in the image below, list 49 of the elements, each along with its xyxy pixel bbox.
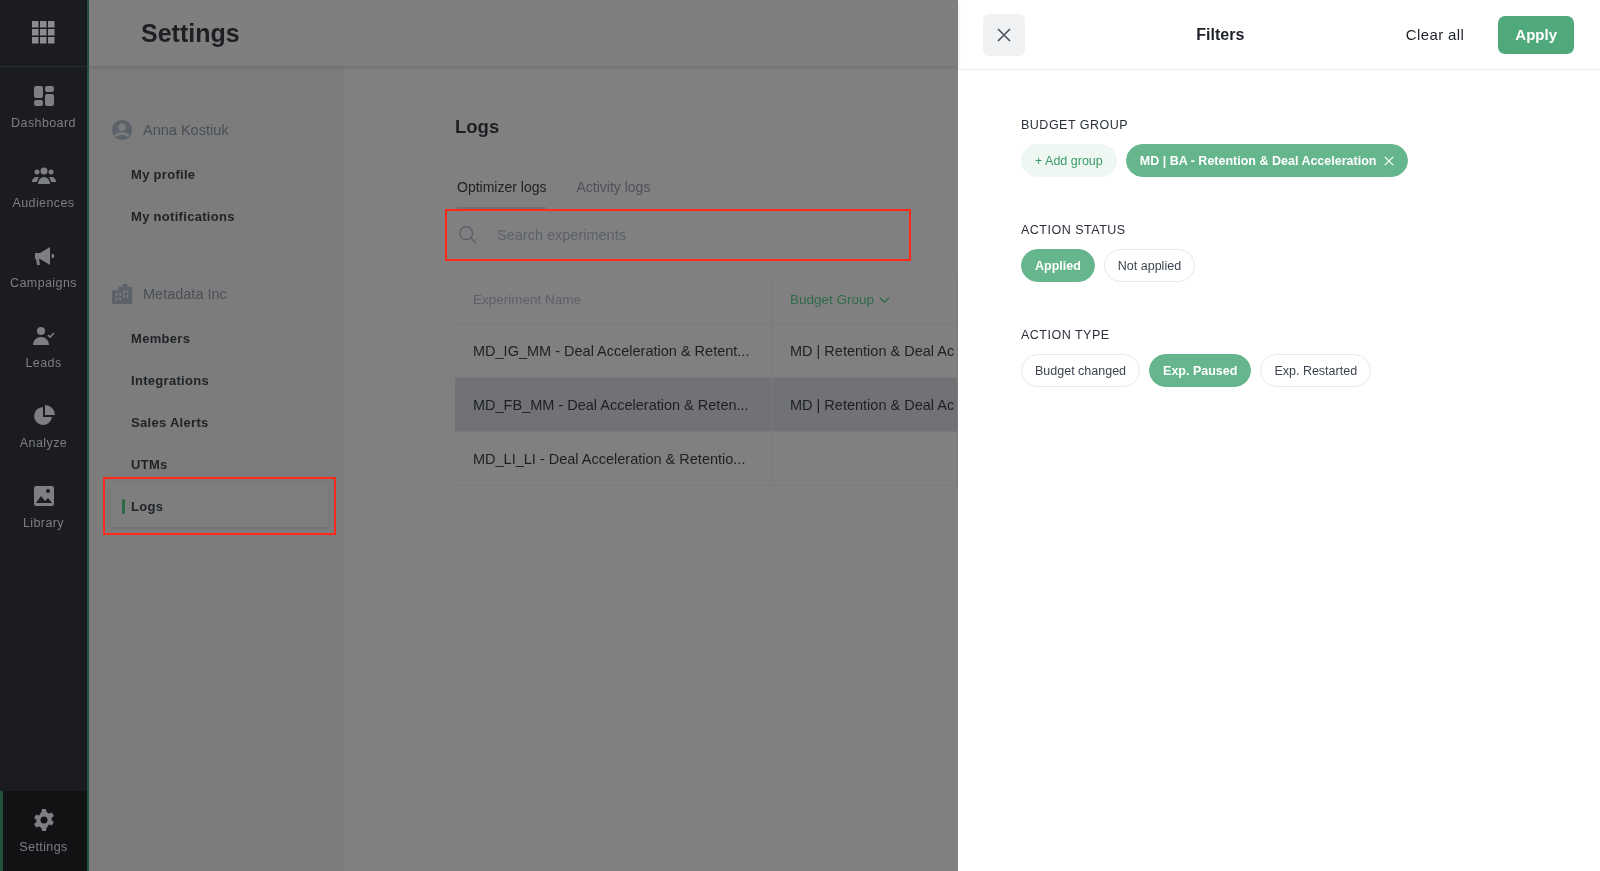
- nav-item[interactable]: Audiences: [0, 147, 87, 227]
- settings-icon: [31, 808, 56, 832]
- page-title: Settings: [141, 18, 240, 48]
- settings-menu-item[interactable]: Logs: [111, 485, 328, 527]
- table-cell: MD | Retention & Deal Ac: [790, 396, 955, 413]
- settings-menu-item[interactable]: My notifications: [111, 195, 328, 237]
- table-row[interactable]: MD_FB_MM - Deal Acceleration & Reten... MD | Retention & Deal Ac: [455, 378, 958, 432]
- filter-chip[interactable]: Budget changed: [1021, 354, 1141, 387]
- filter-group-label: ACTION STATUS: [1021, 223, 1127, 237]
- table-cell: MD_LI_LI - Deal Acceleration & Retentio...: [473, 450, 746, 467]
- clear-all-button[interactable]: Clear all: [1405, 26, 1465, 43]
- user-avatar-icon: [111, 119, 133, 141]
- apps-grid-icon[interactable]: [31, 21, 56, 45]
- dashboard-icon: [31, 84, 56, 108]
- add-group-button[interactable]: + Add group: [1021, 144, 1117, 177]
- nav-item[interactable]: Dashboard: [0, 67, 87, 147]
- close-icon: [996, 26, 1012, 43]
- table-cell: MD_FB_MM - Deal Acceleration & Reten...: [473, 396, 749, 413]
- nav-item[interactable]: Leads: [0, 307, 87, 387]
- close-button[interactable]: [983, 13, 1025, 56]
- table-row[interactable]: MD_LI_LI - Deal Acceleration & Retentio...: [455, 432, 958, 486]
- building-icon: [111, 283, 133, 305]
- person-check-icon: [31, 324, 56, 348]
- filter-chip[interactable]: Not applied: [1103, 249, 1196, 282]
- nav-item[interactable]: Settings: [0, 791, 87, 871]
- filter-chip[interactable]: Applied: [1021, 249, 1095, 282]
- settings-menu-item[interactable]: Integrations: [111, 359, 328, 401]
- filter-chip[interactable]: Exp. Paused: [1149, 354, 1252, 387]
- table-cell: MD_IG_MM - Deal Acceleration & Retent...: [473, 342, 750, 359]
- nav-item[interactable]: Analyze: [0, 387, 87, 467]
- table-cell: MD | Retention & Deal Ac: [790, 342, 955, 359]
- settings-menu-item[interactable]: My profile: [111, 153, 328, 195]
- remove-icon[interactable]: [1384, 155, 1395, 166]
- filter-group-label: ACTION TYPE: [1021, 328, 1111, 342]
- filter-tag[interactable]: MD | BA - Retention & Deal Acceleration: [1125, 144, 1409, 177]
- filter-group-label: BUDGET GROUP: [1021, 118, 1130, 132]
- pie-chart-icon: [31, 404, 56, 428]
- nav-item[interactable]: Library: [0, 467, 87, 547]
- panel-title: Filters: [1195, 25, 1246, 44]
- apply-button[interactable]: Apply: [1498, 15, 1574, 54]
- tab[interactable]: Optimizer logs: [457, 179, 547, 209]
- search-icon: [457, 224, 479, 246]
- settings-menu-item[interactable]: UTMs: [111, 443, 328, 485]
- settings-menu-item[interactable]: Members: [111, 317, 328, 359]
- image-icon: [31, 484, 56, 508]
- settings-menu-item[interactable]: Sales Alerts: [111, 401, 328, 443]
- nav-item[interactable]: Campaigns: [0, 227, 87, 307]
- filter-chip[interactable]: Exp. Restarted: [1260, 354, 1372, 387]
- logs-title: Logs: [455, 116, 501, 138]
